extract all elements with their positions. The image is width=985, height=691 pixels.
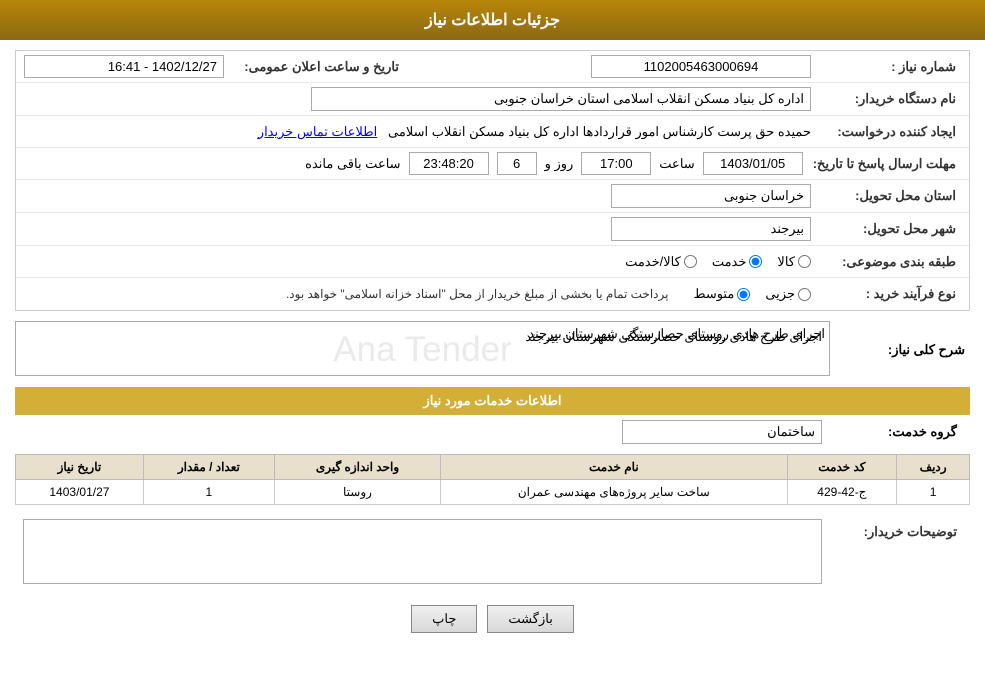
deadline-label: مهلت ارسال پاسخ تا تاریخ: [813, 156, 961, 172]
services-table-body: 1 ج-42-429 ساخت سایر پروژه‌های مهندسی عم… [16, 480, 970, 505]
purchase-type-label: نوع فرآیند خرید : [821, 286, 961, 302]
row-need-number: شماره نیاز : 1102005463000694 تاریخ و سا… [16, 51, 969, 83]
city-value: بیرجند [24, 217, 821, 241]
row-creator: ایجاد کننده درخواست: حمیده حق پرست کارشن… [16, 116, 969, 148]
description-overlay: اجرای طرح هادی روستای حصارستگی شهرستان ب… [525, 329, 822, 345]
deadline-remaining: 23:48:20 [409, 152, 489, 175]
countdown-row: 1403/01/05 ساعت 17:00 روز و 6 23:48:20 س… [24, 152, 803, 175]
description-section: شرح کلی نیاز: Ana Tender اجرای طرح هادی … [15, 321, 970, 379]
buyer-desc-section: توضیحات خریدار: [15, 513, 970, 590]
buyer-desc-textarea[interactable] [23, 519, 822, 584]
page-header: جزئیات اطلاعات نیاز [0, 0, 985, 40]
row-category: طبقه بندی موضوعی: کالا خدمت [16, 246, 969, 278]
table-row: 1 ج-42-429 ساخت سایر پروژه‌های مهندسی عم… [16, 480, 970, 505]
deadline-date: 1403/01/05 [703, 152, 803, 175]
services-table-header: ردیف کد خدمت نام خدمت واحد اندازه گیری ت… [16, 455, 970, 480]
announcement-label: تاریخ و ساعت اعلان عمومی: [224, 59, 404, 75]
buyer-org-input: اداره کل بنیاد مسکن انقلاب اسلامی استان … [311, 87, 811, 111]
col-unit: واحد اندازه گیری [274, 455, 440, 480]
buyer-org-label: نام دستگاه خریدار: [821, 91, 961, 107]
col-service-name: نام خدمت [441, 455, 787, 480]
services-section-title: اطلاعات خدمات مورد نیاز [15, 387, 970, 415]
cell-unit-1: روستا [274, 480, 440, 505]
deadline-time: 17:00 [581, 152, 651, 175]
province-label: استان محل تحویل: [821, 188, 961, 204]
services-table: ردیف کد خدمت نام خدمت واحد اندازه گیری ت… [15, 454, 970, 505]
category-khedmat: خدمت [712, 254, 763, 270]
purchase-type-motavasset-radio[interactable] [737, 288, 750, 301]
creator-link[interactable]: اطلاعات تماس خریدار [258, 124, 377, 139]
purchase-type-value: جزیی متوسط پرداخت تمام یا بخشی از مبلغ خ… [24, 286, 821, 302]
cell-date-1: 1403/01/27 [16, 480, 144, 505]
col-row-number: ردیف [897, 455, 970, 480]
row-deadline: مهلت ارسال پاسخ تا تاریخ: 1403/01/05 ساع… [16, 148, 969, 180]
cell-code-1: ج-42-429 [787, 480, 897, 505]
content-area: شماره نیاز : 1102005463000694 تاریخ و سا… [0, 40, 985, 658]
cell-qty-1: 1 [143, 480, 274, 505]
city-label: شهر محل تحویل: [821, 221, 961, 237]
need-number-input: 1102005463000694 [591, 55, 811, 78]
cell-name-1: ساخت سایر پروژه‌های مهندسی عمران [441, 480, 787, 505]
category-value: کالا خدمت کالا/خدمت [24, 254, 821, 270]
service-group-value: ساختمان [622, 420, 822, 444]
bottom-buttons: بازگشت چاپ [15, 605, 970, 633]
deadline-days: 6 [497, 152, 537, 175]
deadline-value: 1403/01/05 ساعت 17:00 روز و 6 23:48:20 س… [24, 152, 813, 175]
row-purchase-type: نوع فرآیند خرید : جزیی متوسط پرداخت تمام… [16, 278, 969, 310]
purchase-type-jozi-radio[interactable] [798, 288, 811, 301]
creator-text: حمیده حق پرست کارشناس امور قراردادها ادا… [388, 124, 811, 139]
cell-row-1: 1 [897, 480, 970, 505]
description-label: شرح کلی نیاز: [830, 342, 970, 358]
category-khedmat-label: خدمت [712, 254, 747, 270]
need-number-label: شماره نیاز : [821, 59, 961, 75]
info-section: شماره نیاز : 1102005463000694 تاریخ و سا… [15, 50, 970, 311]
province-input: خراسان جنوبی [611, 184, 811, 208]
city-input: بیرجند [611, 217, 811, 241]
category-khedmat-radio[interactable] [749, 255, 762, 268]
page-wrapper: جزئیات اطلاعات نیاز شماره نیاز : 1102005… [0, 0, 985, 691]
need-number-value: 1102005463000694 [404, 55, 821, 78]
print-button[interactable]: چاپ [411, 605, 477, 633]
col-quantity: تعداد / مقدار [143, 455, 274, 480]
deadline-time-label: ساعت [659, 156, 694, 172]
province-value: خراسان جنوبی [24, 184, 821, 208]
description-container: Ana Tender اجرای طرح هادی روستای حصارستگ… [15, 321, 830, 379]
purchase-type-jozi: جزیی [765, 286, 811, 302]
buyer-org-value: اداره کل بنیاد مسکن انقلاب اسلامی استان … [24, 87, 821, 111]
creator-label: ایجاد کننده درخواست: [821, 124, 961, 140]
category-kala-khedmat: کالا/خدمت [625, 254, 697, 270]
announcement-value: 1402/12/27 - 16:41 [24, 55, 224, 78]
row-province: استان محل تحویل: خراسان جنوبی [16, 180, 969, 213]
col-service-code: کد خدمت [787, 455, 897, 480]
services-table-header-row: ردیف کد خدمت نام خدمت واحد اندازه گیری ت… [16, 455, 970, 480]
category-radio-group: کالا خدمت کالا/خدمت [24, 254, 811, 270]
purchase-type-note: پرداخت تمام یا بخشی از مبلغ خریدار از مح… [286, 287, 669, 301]
category-kala-label: کالا [777, 254, 795, 270]
service-group-row: گروه خدمت: ساختمان [15, 415, 970, 449]
creator-value: حمیده حق پرست کارشناس امور قراردادها ادا… [24, 124, 821, 140]
purchase-type-radio-group: جزیی متوسط پرداخت تمام یا بخشی از مبلغ خ… [24, 286, 811, 302]
page-title: جزئیات اطلاعات نیاز [425, 12, 560, 29]
purchase-type-motavasset-label: متوسط [693, 286, 734, 302]
service-group-label: گروه خدمت: [822, 424, 962, 440]
category-kala-khedmat-radio[interactable] [684, 255, 697, 268]
back-button[interactable]: بازگشت [487, 605, 573, 633]
col-date: تاریخ نیاز [16, 455, 144, 480]
row-city: شهر محل تحویل: بیرجند [16, 213, 969, 246]
row-buyer-org: نام دستگاه خریدار: اداره کل بنیاد مسکن ا… [16, 83, 969, 116]
category-kala-khedmat-label: کالا/خدمت [625, 254, 681, 270]
purchase-type-motavasset: متوسط [693, 286, 750, 302]
buyer-desc-label: توضیحات خریدار: [822, 519, 962, 540]
category-kala: کالا [777, 254, 811, 270]
deadline-day-label: روز و [545, 156, 574, 172]
purchase-type-jozi-label: جزیی [765, 286, 795, 302]
deadline-remaining-label: ساعت باقی مانده [305, 156, 400, 172]
category-kala-radio[interactable] [798, 255, 811, 268]
category-label: طبقه بندی موضوعی: [821, 254, 961, 270]
